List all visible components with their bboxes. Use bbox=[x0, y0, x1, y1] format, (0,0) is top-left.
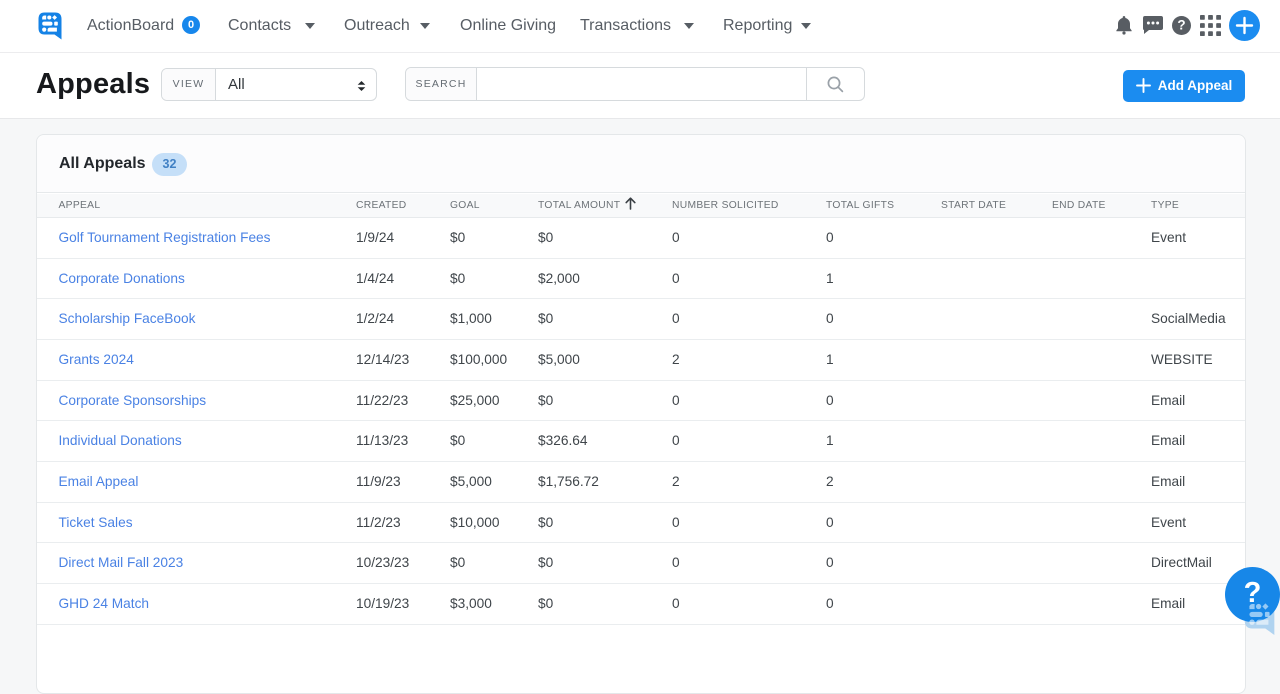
svg-text:?: ? bbox=[1177, 18, 1185, 33]
